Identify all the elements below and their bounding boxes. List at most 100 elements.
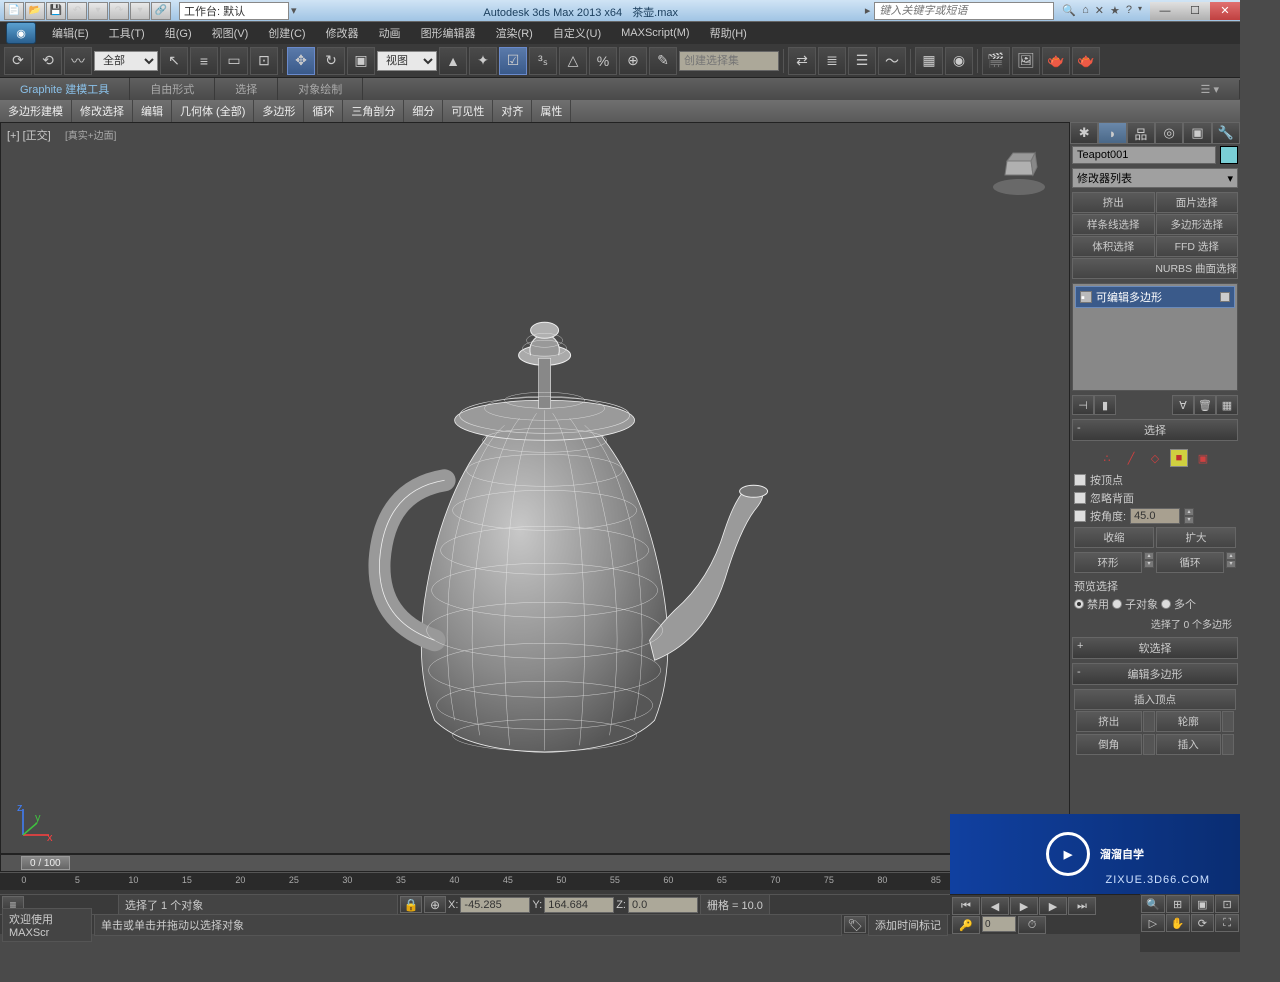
maximize-button[interactable]: ☐	[1180, 2, 1210, 20]
minimize-button[interactable]: —	[1150, 2, 1180, 20]
ring-button[interactable]: 环形	[1074, 552, 1142, 573]
lock-icon[interactable]: 🔒	[400, 896, 422, 913]
qat-link[interactable]: 🔗	[151, 2, 171, 20]
preview-subobj-radio[interactable]	[1112, 599, 1122, 609]
pin-stack-icon[interactable]: ⊣	[1072, 395, 1094, 415]
stack-expand-icon[interactable]: ▪	[1080, 291, 1092, 303]
outline-settings[interactable]	[1222, 711, 1234, 732]
preset-splineselect[interactable]: 样条线选择	[1072, 214, 1155, 235]
object-color-swatch[interactable]	[1220, 146, 1238, 164]
ring-up[interactable]: ▴	[1144, 552, 1154, 560]
grow-button[interactable]: 扩大	[1156, 527, 1236, 548]
cmd-tab-modify[interactable]: ◗	[1098, 122, 1126, 144]
angle-snap-icon[interactable]: △	[559, 47, 587, 75]
cmd-tab-hierarchy[interactable]: 品	[1127, 122, 1155, 144]
preview-multi-radio[interactable]	[1161, 599, 1171, 609]
cmd-tab-create[interactable]: ✱	[1070, 122, 1098, 144]
time-slider-thumb[interactable]: 0 / 100	[21, 856, 70, 870]
subobj-border-icon[interactable]: ◇	[1146, 449, 1164, 467]
select-icon[interactable]: ↖	[160, 47, 188, 75]
play-icon[interactable]: ▶	[1010, 897, 1038, 915]
zoom-extents-icon[interactable]: ▣	[1191, 895, 1215, 913]
object-name-field[interactable]: Teapot001	[1072, 146, 1216, 164]
subobj-polygon-icon[interactable]: ■	[1170, 449, 1188, 467]
zoom-extents-all-icon[interactable]: ⊡	[1215, 895, 1239, 913]
make-unique-icon[interactable]: ∀	[1172, 395, 1194, 415]
cmd-tab-display[interactable]: ▣	[1183, 122, 1211, 144]
prev-frame-icon[interactable]: ◀	[981, 897, 1009, 915]
search-go-icon[interactable]: 🔍	[1062, 4, 1076, 17]
angle-up[interactable]: ▴	[1184, 508, 1194, 516]
preset-patchselect[interactable]: 面片选择	[1156, 192, 1239, 213]
coord-z[interactable]	[628, 897, 698, 913]
spinner-snap-icon[interactable]: ⊕	[619, 47, 647, 75]
show-result-icon[interactable]: ▮	[1094, 395, 1116, 415]
inset-button[interactable]: 插入	[1156, 734, 1222, 755]
time-tag-icon[interactable]: 🏷	[844, 916, 866, 933]
panel-tris[interactable]: 三角剖分	[343, 100, 404, 122]
infocenter-arrow[interactable]: ▸	[865, 4, 871, 17]
keyboard-shortcut-icon[interactable]: ☑	[499, 47, 527, 75]
preset-polyselect[interactable]: 多边形选择	[1156, 214, 1239, 235]
workspace-dropdown[interactable]	[179, 2, 289, 20]
panel-subdiv[interactable]: 细分	[404, 100, 443, 122]
outline-button[interactable]: 轮廓	[1156, 711, 1222, 732]
modifier-stack[interactable]: ▪ 可编辑多边形	[1072, 283, 1238, 391]
ribbon-tab-freeform[interactable]: 自由形式	[130, 78, 215, 100]
selection-filter-dropdown[interactable]: 全部	[94, 51, 158, 71]
menu-group[interactable]: 组(G)	[155, 22, 202, 44]
preview-disable-radio[interactable]	[1074, 599, 1084, 609]
loop-down[interactable]: ▾	[1226, 560, 1236, 568]
ribbon-expand-icon[interactable]: ☰ ▾	[1181, 80, 1240, 99]
panel-modifysel[interactable]: 修改选择	[72, 100, 133, 122]
shrink-button[interactable]: 收缩	[1074, 527, 1154, 548]
qat-undo-dd[interactable]: ▾	[88, 2, 108, 20]
menu-animation[interactable]: 动画	[369, 22, 411, 44]
qat-save[interactable]: 💾	[46, 2, 66, 20]
curve-editor-icon[interactable]: 〜	[878, 47, 906, 75]
panel-edit[interactable]: 编辑	[133, 100, 172, 122]
render-prod-icon[interactable]: 🫖	[1042, 47, 1070, 75]
panel-properties[interactable]: 属性	[532, 100, 571, 122]
viewport-label[interactable]: [+] [正交]	[7, 127, 51, 143]
teapot-mesh[interactable]	[305, 240, 785, 803]
viewcube[interactable]	[989, 143, 1049, 203]
angle-down[interactable]: ▾	[1184, 516, 1194, 524]
subobj-vertex-icon[interactable]: ∴	[1098, 449, 1116, 467]
time-tag-label[interactable]: 添加时间标记	[868, 914, 948, 936]
qat-undo[interactable]: ↶	[67, 2, 87, 20]
manipulate-icon[interactable]: ✦	[469, 47, 497, 75]
qat-open[interactable]: 📂	[25, 2, 45, 20]
coord-y[interactable]	[544, 897, 614, 913]
application-button[interactable]: ◉	[6, 22, 36, 44]
stack-bulb-icon[interactable]	[1220, 292, 1230, 302]
ring-down[interactable]: ▾	[1144, 560, 1154, 568]
align-icon[interactable]: ≣	[818, 47, 846, 75]
bevel-button[interactable]: 倒角	[1076, 734, 1142, 755]
menu-edit[interactable]: 编辑(E)	[42, 22, 99, 44]
ignore-back-checkbox[interactable]	[1074, 492, 1086, 504]
select-rect-icon[interactable]: ▭	[220, 47, 248, 75]
pan-icon[interactable]: ✋	[1166, 914, 1190, 932]
scale-icon[interactable]: ▣	[347, 47, 375, 75]
subobj-element-icon[interactable]: ▣	[1194, 449, 1212, 467]
select-name-icon[interactable]: ≡	[190, 47, 218, 75]
menu-grapheditors[interactable]: 图形编辑器	[411, 22, 486, 44]
preset-ffdselect[interactable]: FFD 选择	[1156, 236, 1239, 257]
viewport-shading-label[interactable]: [真实+边面]	[65, 127, 116, 142]
move-icon[interactable]: ✥	[287, 47, 315, 75]
unlink-icon[interactable]: ⟲	[34, 47, 62, 75]
rollout-softsel-header[interactable]: +软选择	[1072, 637, 1238, 659]
qat-redo[interactable]: ↷	[109, 2, 129, 20]
preset-extrude[interactable]: 挤出	[1072, 192, 1155, 213]
menu-rendering[interactable]: 渲染(R)	[486, 22, 543, 44]
cmd-tab-motion[interactable]: ◎	[1155, 122, 1183, 144]
menu-tools[interactable]: 工具(T)	[99, 22, 155, 44]
goto-end-icon[interactable]: ⏭	[1068, 897, 1096, 915]
viewport[interactable]: [+] [正交] [真实+边面]	[0, 122, 1070, 854]
key-mode-icon[interactable]: 🔑	[952, 916, 980, 934]
fov-icon[interactable]: ▷	[1141, 914, 1165, 932]
inset-settings[interactable]	[1222, 734, 1234, 755]
render-frame-icon[interactable]: 🖼	[1012, 47, 1040, 75]
close-button[interactable]: ✕	[1210, 2, 1240, 20]
